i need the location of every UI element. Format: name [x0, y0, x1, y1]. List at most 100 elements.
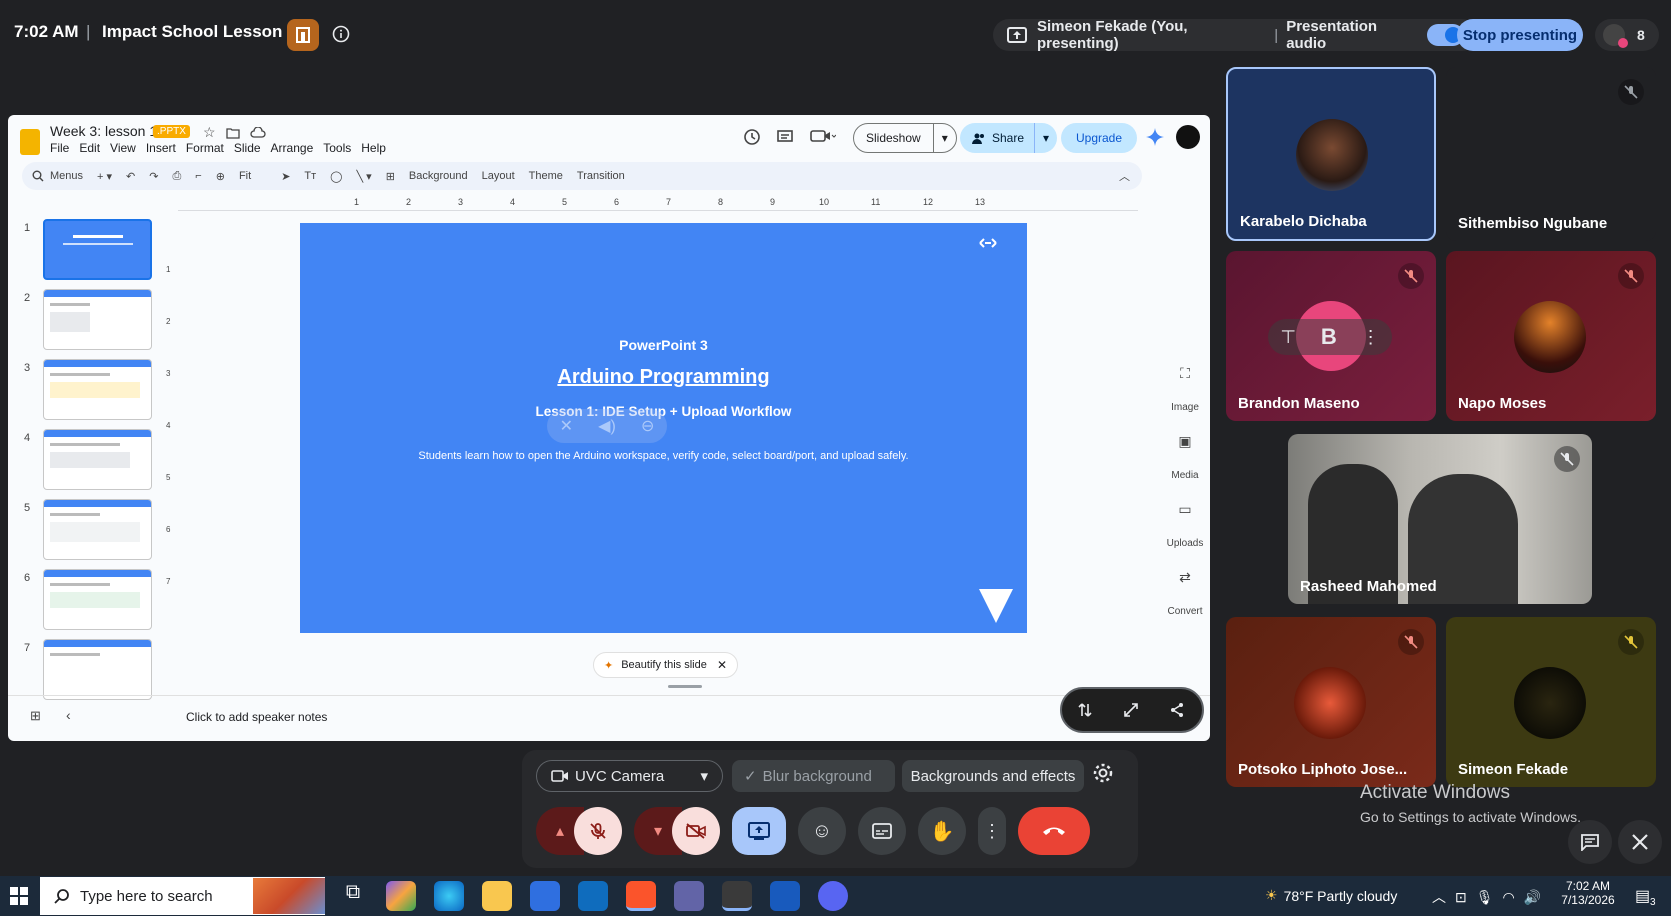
volume-icon[interactable]: ◀)	[598, 416, 616, 436]
select-cursor-icon[interactable]: ➤	[281, 170, 290, 183]
zoom-icon[interactable]: ⊕	[216, 170, 225, 183]
participant-tile[interactable]: ⊤ B ⋮ Brandon Maseno	[1226, 251, 1436, 421]
comment-add-icon[interactable]: ⊞	[386, 170, 395, 183]
paint-format-icon[interactable]: ⌐	[195, 170, 201, 182]
layout-button[interactable]: Layout	[482, 170, 515, 182]
raise-hand-button[interactable]: ✋	[918, 807, 966, 855]
participant-tile[interactable]: Napo Moses	[1446, 251, 1656, 421]
slide-thumbnail[interactable]	[43, 219, 152, 280]
new-slide-icon[interactable]: + ▾	[97, 170, 112, 183]
unpin-icon[interactable]: ✕	[560, 416, 573, 436]
store-icon[interactable]	[530, 881, 560, 911]
activities-button[interactable]	[1618, 820, 1662, 864]
participant-tile[interactable]: Potsoko Liphoto Jose...	[1226, 617, 1436, 787]
participant-tile[interactable]: Sithembiso Ngubane	[1446, 67, 1656, 241]
transition-button[interactable]: Transition	[577, 170, 625, 182]
obs-icon[interactable]	[722, 881, 752, 911]
discord-icon[interactable]	[818, 881, 848, 911]
star-icon[interactable]: ☆	[203, 124, 216, 141]
background-button[interactable]: Background	[409, 170, 468, 182]
volume-icon[interactable]: 🔊	[1524, 889, 1541, 906]
brave-icon[interactable]	[626, 881, 656, 911]
teams-icon[interactable]	[674, 881, 704, 911]
leave-call-button[interactable]	[1018, 807, 1090, 855]
participant-tile[interactable]: Karabelo Dichaba	[1226, 67, 1436, 241]
taskbar-search[interactable]: Type here to search	[40, 877, 325, 915]
slide-thumbnail[interactable]	[43, 639, 152, 700]
menu-edit[interactable]: Edit	[79, 141, 100, 155]
cloud-status-icon[interactable]	[249, 126, 266, 139]
wifi-icon[interactable]: ◠	[1503, 889, 1515, 906]
menu-view[interactable]: View	[110, 141, 136, 155]
account-avatar[interactable]	[1176, 125, 1200, 149]
file-explorer-icon[interactable]	[482, 881, 512, 911]
notification-icon[interactable]: ▤	[1635, 886, 1650, 906]
share-button[interactable]: Share ▾	[960, 123, 1058, 153]
menu-arrange[interactable]: Arrange	[271, 141, 314, 155]
menu-format[interactable]: Format	[186, 141, 224, 155]
people-button[interactable]: 8	[1595, 19, 1659, 51]
convert-tool[interactable]: ⇄ Convert	[1163, 569, 1207, 617]
collapse-toolbar-icon[interactable]: ︿	[1119, 168, 1130, 184]
more-options-button[interactable]: ⋮	[978, 807, 1006, 855]
pin-icon[interactable]: ⊤	[1280, 327, 1296, 348]
copilot-icon[interactable]	[386, 881, 416, 911]
slide-canvas[interactable]: PowerPoint 3 Arduino Programming Lesson …	[300, 223, 1027, 633]
image-tool[interactable]: ⛶ Image	[1163, 365, 1207, 413]
participant-tile[interactable]: Simeon Fekade	[1446, 617, 1656, 787]
slide-thumbnail[interactable]	[43, 569, 152, 630]
notes-drag-handle[interactable]	[668, 685, 702, 688]
meeting-app-icon[interactable]	[287, 19, 319, 51]
slideshow-button[interactable]: Slideshow ▾	[853, 123, 957, 153]
remove-icon[interactable]: ⊖	[641, 416, 654, 436]
taskbar-clock[interactable]: 7:02 AM 7/13/2026	[1553, 879, 1623, 907]
close-icon[interactable]: ✕	[717, 658, 727, 672]
collapse-panel-icon[interactable]: ‹	[66, 707, 71, 723]
info-icon[interactable]	[332, 25, 350, 43]
participant-tile-video[interactable]: Rasheed Mahomed	[1288, 434, 1592, 604]
print-icon[interactable]: ⎙	[172, 170, 181, 183]
camera-button[interactable]	[672, 807, 720, 855]
edge-icon[interactable]	[434, 881, 464, 911]
grid-view-icon[interactable]: ⊞	[30, 708, 41, 724]
swap-icon[interactable]	[1062, 689, 1108, 731]
meet-video-icon[interactable]	[810, 129, 836, 143]
microphone-button[interactable]	[574, 807, 622, 855]
weather-widget[interactable]: ☀ 78°F Partly cloudy	[1265, 887, 1397, 904]
menu-slide[interactable]: Slide	[234, 141, 261, 155]
upgrade-button[interactable]: Upgrade	[1061, 123, 1137, 153]
meet-tray-icon[interactable]: ⊡	[1455, 889, 1467, 906]
microphone-icon[interactable]: 🎙	[1476, 889, 1494, 906]
menu-tools[interactable]: Tools	[323, 141, 351, 155]
speaker-notes[interactable]: Click to add speaker notes	[186, 710, 327, 724]
more-options-icon[interactable]: ⋮	[1362, 327, 1380, 348]
slideshow-dropdown-icon[interactable]: ▾	[932, 123, 956, 153]
zoom-select[interactable]: Fit	[239, 170, 251, 182]
line-icon[interactable]: ╲ ▾	[356, 170, 371, 183]
share-dropdown-icon[interactable]: ▾	[1034, 123, 1057, 153]
menus-search[interactable]: Menus	[50, 170, 83, 182]
slide-thumbnail[interactable]	[43, 499, 152, 560]
stop-presenting-button[interactable]: Stop presenting	[1457, 19, 1583, 51]
undo-icon[interactable]: ↶	[126, 170, 135, 183]
gemini-sparkle-icon[interactable]	[1146, 128, 1164, 146]
beautify-chip[interactable]: ✦ Beautify this slide ✕	[593, 652, 738, 678]
move-folder-icon[interactable]	[225, 127, 240, 139]
menu-help[interactable]: Help	[361, 141, 386, 155]
settings-gear-icon[interactable]	[1092, 762, 1114, 784]
windows-start-icon[interactable]	[10, 887, 28, 905]
slide-thumbnail[interactable]	[43, 289, 152, 350]
slides-logo-icon[interactable]	[20, 129, 40, 155]
slide-thumbnail[interactable]	[43, 429, 152, 490]
media-tool[interactable]: ▣ Media	[1163, 433, 1207, 481]
present-screen-button[interactable]	[732, 807, 786, 855]
redo-icon[interactable]: ↷	[149, 170, 158, 183]
text-box-icon[interactable]: Tт	[304, 170, 316, 182]
backgrounds-effects-button[interactable]: Backgrounds and effects	[902, 760, 1084, 792]
fullscreen-icon[interactable]	[1108, 689, 1154, 731]
camera-select[interactable]: UVC Camera ▾	[536, 760, 723, 792]
captions-button[interactable]	[858, 807, 906, 855]
share-icon[interactable]	[1154, 689, 1200, 731]
chat-button[interactable]	[1568, 820, 1612, 864]
outlook-icon[interactable]	[578, 881, 608, 911]
